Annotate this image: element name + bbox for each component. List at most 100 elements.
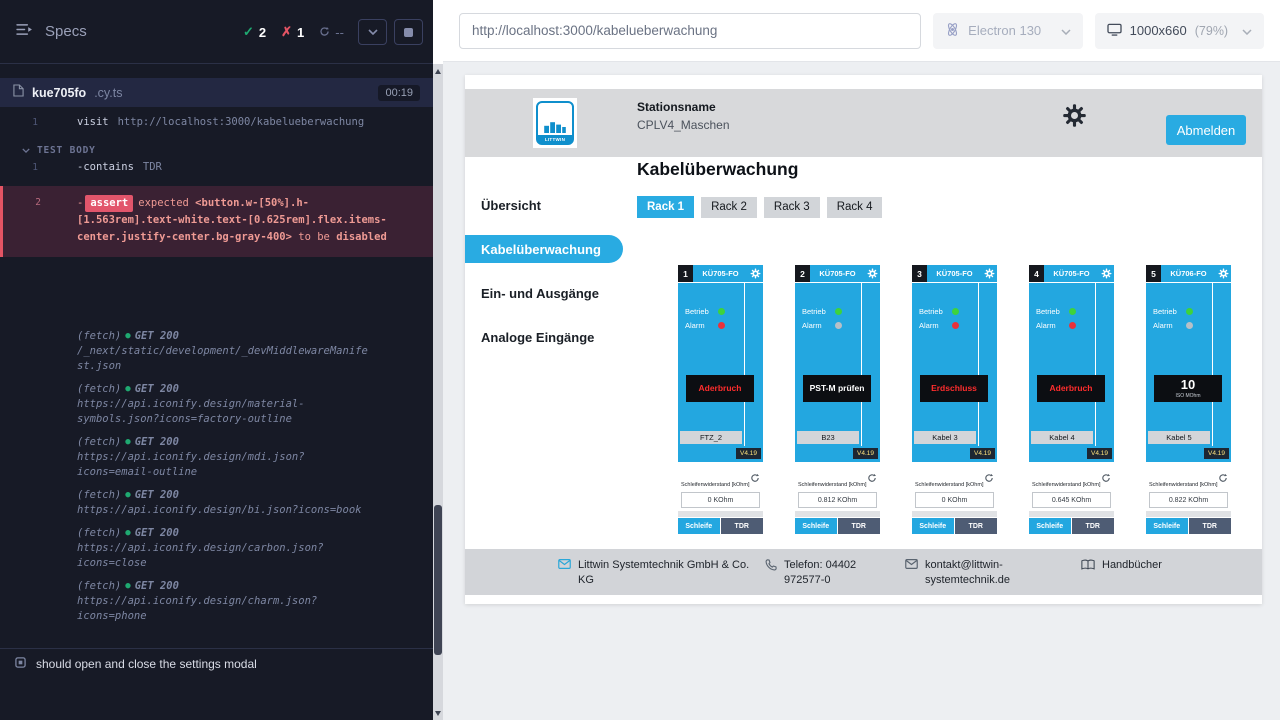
footer-phone[interactable]: Telefon: 04402 972577-0 [765, 558, 893, 588]
log-fetch-entry[interactable]: (fetch)●GET 200 https://api.iconify.desi… [77, 579, 433, 624]
test-state-icon [15, 655, 26, 673]
refresh-icon[interactable] [1218, 470, 1228, 488]
nav-item-analoge-eingaenge[interactable]: Analoge Eingänge [465, 323, 625, 351]
betrieb-label: Betrieb [919, 307, 947, 316]
resistance-label: Schleifenwiderstand [kOhm] [681, 482, 749, 488]
rack-tabs: Rack 1 Rack 2 Rack 3 Rack 4 [637, 196, 882, 218]
viewport-selector[interactable]: 1000x660 (79%) [1095, 13, 1264, 49]
specs-label[interactable]: Specs [45, 23, 87, 40]
x-icon: ✗ [281, 24, 292, 40]
card-settings-icon[interactable] [748, 268, 763, 279]
card-settings-icon[interactable] [865, 268, 880, 279]
station-name: CPLV4_Maschen [637, 118, 730, 132]
tab-rack-4[interactable]: Rack 4 [827, 197, 883, 218]
divider [1146, 511, 1231, 517]
next-test-row[interactable]: should open and close the settings modal [0, 648, 433, 678]
card-divider [861, 283, 862, 446]
log-fetch-entry[interactable]: (fetch)●GET 200 https://api.iconify.desi… [77, 382, 433, 427]
resistance-label: Schleifenwiderstand [kOhm] [915, 482, 983, 488]
runner-scrollbar[interactable] [433, 64, 443, 720]
schleife-button[interactable]: Schleife [678, 518, 721, 534]
betrieb-led [718, 308, 725, 315]
tdr-button[interactable]: TDR [1072, 518, 1115, 534]
log-failed-assert[interactable]: 2 -assertexpected <button.w-[50%].h-[1.5… [0, 186, 433, 257]
status-dot: ● [125, 435, 130, 450]
status-display: Aderbruch [686, 375, 754, 402]
schleife-button[interactable]: Schleife [912, 518, 955, 534]
card-number: 5 [1146, 265, 1161, 282]
scrollbar-thumb[interactable] [434, 505, 442, 655]
browser-selector[interactable]: Electron 130 [933, 13, 1082, 49]
log-fetch-entry[interactable]: (fetch)●GET 200 /_next/static/developmen… [77, 329, 433, 374]
log-contains-command[interactable]: 1 -containsTDR [0, 160, 433, 176]
page-title: Kabelüberwachung [637, 159, 798, 180]
tdr-button[interactable]: TDR [838, 518, 881, 534]
refresh-icon[interactable] [984, 470, 994, 488]
assert-state: disabled [336, 231, 387, 243]
log-visit-command[interactable]: 1 visithttp://localhost:3000/kabelueberw… [0, 115, 433, 131]
card-settings-icon[interactable] [982, 268, 997, 279]
scroll-up-arrow[interactable] [433, 64, 443, 78]
tab-rack-3[interactable]: Rack 3 [764, 197, 820, 218]
settings-gear-icon[interactable] [1062, 103, 1088, 129]
resistance-label: Schleifenwiderstand [kOhm] [1032, 482, 1100, 488]
alarm-led [1069, 322, 1076, 329]
browser-name: Electron 130 [968, 23, 1041, 38]
firmware-version: V4.19 [970, 448, 995, 459]
footer-manuals[interactable]: Handbücher [1081, 558, 1231, 575]
spec-duration: 00:19 [378, 85, 420, 101]
nav-item-ein-und-ausgaenge[interactable]: Ein- und Ausgänge [465, 279, 625, 307]
nav-item-kabelueberwachung[interactable]: Kabelüberwachung [465, 235, 623, 263]
tab-rack-2[interactable]: Rack 2 [701, 197, 757, 218]
spec-header[interactable]: kue705fo .cy.ts 00:19 [0, 78, 433, 107]
url-bar[interactable] [459, 13, 921, 49]
log-fetch-entry[interactable]: (fetch)●GET 200 https://api.iconify.desi… [77, 488, 433, 518]
card-number: 1 [678, 265, 693, 282]
betrieb-label: Betrieb [685, 307, 713, 316]
betrieb-led [835, 308, 842, 315]
resistance-label: Schleifenwiderstand [kOhm] [1149, 482, 1217, 488]
tdr-button[interactable]: TDR [1189, 518, 1232, 534]
device-card-4: 4 KÜ705-FO Betrieb Alarm [1029, 265, 1114, 565]
url-input[interactable] [472, 23, 908, 38]
station-info: Stationsname CPLV4_Maschen [637, 100, 730, 132]
card-divider [1212, 283, 1213, 446]
footer-email[interactable]: kontakt@littwin-systemtechnik.de [905, 558, 1037, 588]
nav-item-uebersicht[interactable]: Übersicht [465, 191, 625, 219]
status-display: 10 ISO MOhm [1154, 375, 1222, 402]
stop-button[interactable] [394, 19, 423, 45]
browser-bar: Electron 130 1000x660 (79%) [443, 0, 1280, 62]
log-fetch-entry[interactable]: (fetch)●GET 200 https://api.iconify.desi… [77, 526, 433, 571]
aut-panel: Electron 130 1000x660 (79%) [443, 0, 1280, 720]
test-body-toggle[interactable]: TEST BODY [22, 145, 433, 156]
scroll-down-arrow[interactable] [433, 706, 443, 720]
refresh-icon[interactable] [867, 470, 877, 488]
card-settings-icon[interactable] [1216, 268, 1231, 279]
cable-label: Kabel 3 [914, 431, 976, 444]
specs-list-icon[interactable] [16, 23, 33, 41]
logout-button[interactable]: Abmelden [1166, 115, 1246, 145]
status-display: Erdschluss [920, 375, 988, 402]
schleife-button[interactable]: Schleife [795, 518, 838, 534]
check-icon: ✓ [243, 24, 254, 40]
refresh-icon[interactable] [750, 470, 760, 488]
cable-label: Kabel 5 [1148, 431, 1210, 444]
tdr-button[interactable]: TDR [955, 518, 998, 534]
logo-glyph [543, 121, 567, 133]
card-divider [744, 283, 745, 446]
schleife-button[interactable]: Schleife [1029, 518, 1072, 534]
alarm-led [952, 322, 959, 329]
alarm-led [835, 322, 842, 329]
chevron-down-icon [1242, 23, 1252, 38]
tab-rack-1[interactable]: Rack 1 [637, 196, 694, 218]
card-settings-icon[interactable] [1099, 268, 1114, 279]
runner-header: Specs ✓2 ✗1 -- [0, 0, 433, 64]
alarm-led [718, 322, 725, 329]
tdr-button[interactable]: TDR [721, 518, 764, 534]
collapse-button[interactable] [358, 19, 387, 45]
log-fetch-entry[interactable]: (fetch)●GET 200 https://api.iconify.desi… [77, 435, 433, 480]
refresh-icon[interactable] [1101, 470, 1111, 488]
schleife-button[interactable]: Schleife [1146, 518, 1189, 534]
spec-extension: .cy.ts [94, 86, 122, 100]
betrieb-label: Betrieb [1036, 307, 1064, 316]
